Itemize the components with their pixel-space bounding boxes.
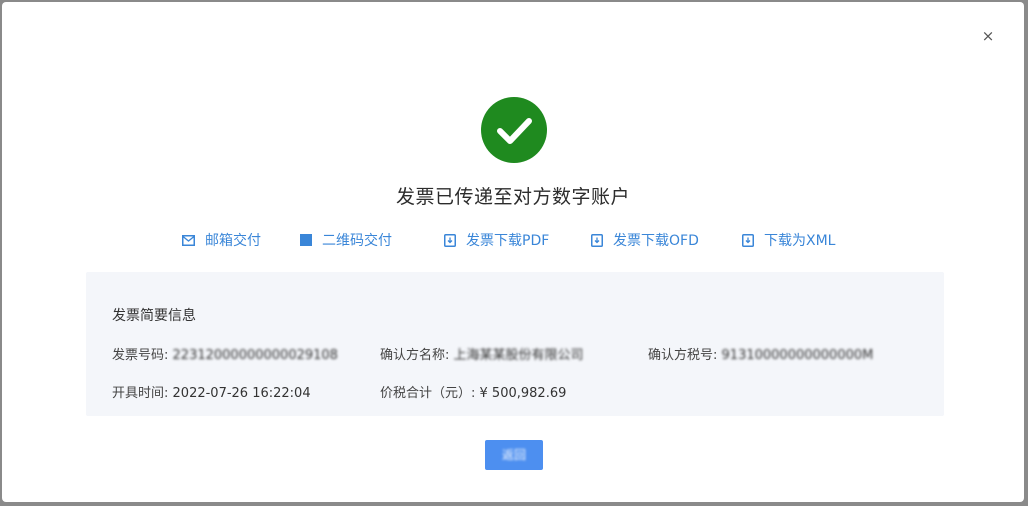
download-icon [591, 233, 603, 247]
issue-time-value: 2022-07-26 16:22:04 [172, 386, 311, 401]
mail-icon [182, 234, 195, 246]
total-amount-field: 价税合计（元）: ¥ 500,982.69 [380, 382, 566, 401]
qr-delivery-link[interactable]: 二维码交付 [300, 230, 392, 250]
invoice-number-label: 发票号码: [112, 348, 169, 363]
return-button-label: 返回 [501, 448, 526, 462]
download-ofd-label: 发票下载OFD [613, 233, 699, 249]
return-button[interactable]: 返回 [485, 440, 543, 470]
buyer-tax-id-field: 确认方税号: 91310000000000000M [648, 344, 873, 363]
invoice-number-value: 22312000000000029108 [172, 348, 338, 363]
success-check-icon [481, 97, 547, 163]
download-xml-label: 下载为XML [764, 233, 836, 249]
buyer-name-field: 确认方名称: 上海某某股份有限公司 [380, 344, 584, 363]
buyer-tax-id-label: 确认方税号: [648, 348, 718, 363]
qr-delivery-label: 二维码交付 [322, 233, 392, 249]
delivery-actions: 邮箱交付 二维码交付 发票下载PDF 发票下载OFD 下载为XML [2, 230, 1024, 252]
close-icon[interactable]: × [978, 26, 998, 46]
email-delivery-link[interactable]: 邮箱交付 [182, 230, 261, 250]
total-amount-value: ¥ 500,982.69 [479, 386, 567, 401]
invoice-summary-panel: 发票简要信息 发票号码: 22312000000000029108 确认方名称:… [86, 272, 944, 416]
buyer-name-value: 上海某某股份有限公司 [453, 348, 584, 363]
invoice-result-dialog: × 发票已传递至对方数字账户 邮箱交付 二维码交付 发票下载PDF 发票下载OF… [2, 2, 1024, 502]
download-pdf-label: 发票下载PDF [466, 233, 550, 249]
issue-time-field: 开具时间: 2022-07-26 16:22:04 [112, 382, 311, 401]
total-amount-label: 价税合计（元）: [380, 386, 476, 401]
buyer-name-label: 确认方名称: [380, 348, 450, 363]
invoice-number-field: 发票号码: 22312000000000029108 [112, 344, 338, 363]
buyer-tax-id-value: 91310000000000000M [721, 348, 874, 363]
qr-code-icon [300, 234, 312, 246]
email-delivery-label: 邮箱交付 [205, 233, 261, 249]
summary-title: 发票简要信息 [112, 308, 196, 324]
download-icon [444, 233, 456, 247]
success-headline: 发票已传递至对方数字账户 [395, 186, 630, 208]
download-xml-link[interactable]: 下载为XML [742, 230, 835, 250]
download-icon [742, 233, 754, 247]
download-ofd-link[interactable]: 发票下载OFD [591, 230, 699, 250]
download-pdf-link[interactable]: 发票下载PDF [444, 230, 549, 250]
issue-time-label: 开具时间: [112, 386, 169, 401]
